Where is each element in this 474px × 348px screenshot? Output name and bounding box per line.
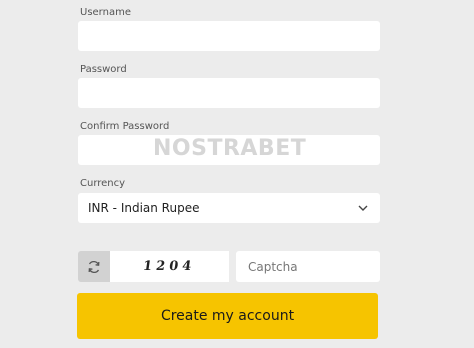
password-input[interactable] [78, 78, 380, 108]
username-input[interactable] [78, 21, 380, 51]
create-account-button[interactable]: Create my account [77, 293, 378, 339]
captcha-image: 1204 [110, 251, 229, 282]
captcha-input[interactable]: Captcha [236, 251, 380, 282]
currency-label: Currency [80, 178, 126, 189]
currency-select[interactable]: INR - Indian Rupee [78, 193, 380, 223]
username-label: Username [80, 7, 131, 18]
refresh-icon [88, 260, 100, 273]
create-account-label: Create my account [160, 308, 295, 324]
chevron-down-icon [358, 205, 368, 211]
password-label: Password [80, 64, 127, 75]
captcha-code: 1204 [142, 259, 197, 274]
currency-selected-value: INR - Indian Rupee [88, 201, 200, 215]
refresh-captcha-button[interactable] [78, 251, 110, 282]
watermark-logo: NOSTRABET [153, 136, 307, 161]
confirm-password-label: Confirm Password [80, 121, 170, 132]
captcha-placeholder: Captcha [248, 259, 298, 274]
